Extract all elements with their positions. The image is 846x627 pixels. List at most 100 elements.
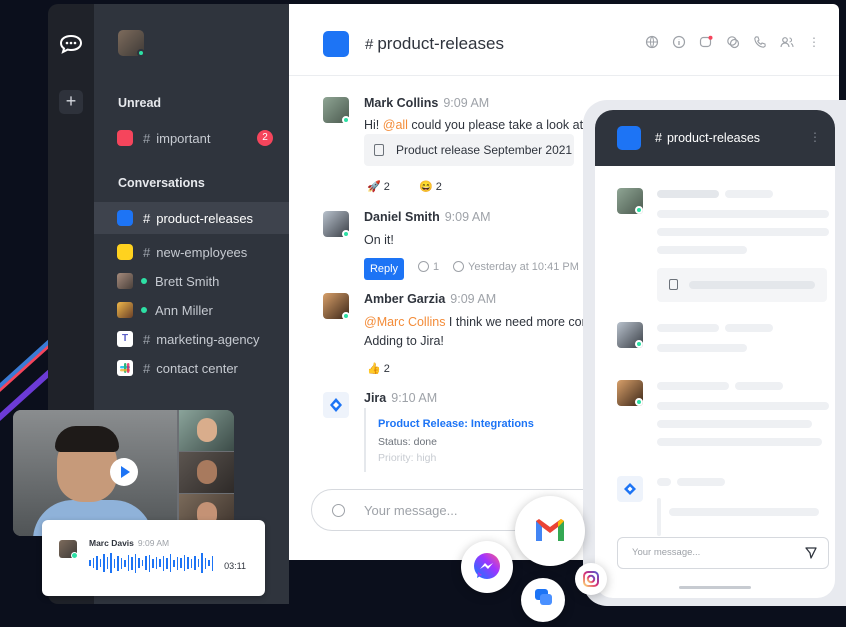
reply-button[interactable]: Reply [364, 258, 404, 280]
message-time: 9:09 AM [443, 96, 490, 110]
mention[interactable]: @Marc Collins [364, 315, 445, 329]
mobile-message-composer[interactable]: Your message... [617, 537, 829, 569]
mobile-channel-title[interactable]: # product-releases [655, 131, 760, 145]
channel-avatar [323, 31, 349, 57]
message-author[interactable]: Mark Collins 9:09 AM [364, 96, 489, 110]
avatar [617, 188, 643, 214]
kebab-menu-icon[interactable]: ⋮ [809, 130, 821, 144]
slack-icon [117, 360, 133, 376]
avatar[interactable] [323, 293, 350, 320]
audio-message-card[interactable]: Marc Davis 9:09 AM 03:11 [42, 520, 265, 596]
messenger-icon[interactable] [461, 541, 513, 593]
message-author: Marc Davis 9:09 AM [89, 538, 170, 548]
channel-avatar [617, 126, 641, 150]
play-icon[interactable] [110, 458, 138, 486]
message-text: @Marc Collins I think we need more con [364, 315, 589, 329]
hash-icon: # [365, 36, 374, 53]
mobile-screen: # product-releases ⋮ Your message... [595, 110, 835, 598]
phone-icon[interactable] [753, 35, 767, 49]
channel-color-icon [117, 210, 133, 226]
video-participant [179, 410, 234, 451]
file-icon [374, 144, 384, 156]
kebab-menu-icon[interactable]: ⋮ [807, 35, 821, 49]
channel-header: # product-releases ⋮ [289, 4, 839, 76]
online-status-icon [342, 312, 350, 320]
globe-icon[interactable] [645, 35, 659, 49]
send-icon[interactable] [805, 547, 817, 559]
online-status-icon [141, 307, 147, 313]
emoji-icon[interactable] [332, 504, 345, 517]
message-text: Hi! @all could you please take a look at… [364, 118, 597, 132]
reaction-chip[interactable]: 🚀 2 [359, 177, 398, 197]
message-time: 9:09 AM [137, 538, 170, 548]
members-icon[interactable] [780, 35, 794, 49]
sidebar-item-brett-smith[interactable]: Brett Smith [94, 265, 289, 297]
hash-icon: # [143, 360, 151, 376]
sidebar-item-new-employees[interactable]: # new-employees [94, 236, 289, 268]
sidebar-item-label: Ann Miller [155, 302, 213, 318]
sidebar-item-label: new-employees [156, 244, 248, 260]
instagram-icon[interactable] [575, 563, 607, 595]
hash-icon: # [143, 331, 151, 347]
video-participant [179, 452, 234, 493]
add-workspace-button[interactable]: + [59, 90, 83, 114]
hash-icon: # [143, 210, 151, 226]
sidebar-item-label: contact center [156, 360, 238, 376]
avatar [59, 540, 78, 559]
video-call-card[interactable] [13, 410, 234, 536]
file-attachment[interactable]: Product release September 2021 [364, 134, 574, 166]
audio-duration: 03:11 [224, 561, 246, 571]
message-text: Adding to Jira! [364, 334, 444, 348]
sidebar-item-important[interactable]: # important 2 [94, 122, 289, 154]
message-author[interactable]: Daniel Smith 9:09 AM [364, 210, 491, 224]
chat-bubble-icon[interactable] [521, 578, 565, 622]
message-author[interactable]: Jira 9:10 AM [364, 391, 437, 405]
jira-icon [624, 483, 636, 495]
sidebar-item-label: important [156, 130, 211, 146]
avatar [117, 302, 133, 318]
hash-icon: # [143, 244, 151, 260]
avatar[interactable] [323, 211, 350, 238]
threads-icon[interactable] [699, 35, 713, 49]
file-attachment-placeholder [657, 268, 827, 302]
teams-icon: T [117, 331, 133, 347]
jira-icon [330, 398, 342, 412]
comment-icon [418, 261, 429, 272]
card-status: Status: done [378, 436, 437, 448]
hash-icon: # [143, 130, 151, 146]
card-title[interactable]: Product Release: Integrations [378, 418, 582, 430]
composer-placeholder: Your message... [364, 503, 458, 518]
channel-title: # product-releases [365, 34, 504, 53]
home-indicator [679, 586, 751, 589]
header-toolbar: ⋮ [645, 35, 821, 49]
reaction-chip[interactable]: 😄 2 [411, 177, 450, 197]
sidebar-item-ann-miller[interactable]: Ann Miller [94, 294, 289, 326]
rocketchat-logo-icon[interactable] [59, 34, 83, 54]
avatar[interactable] [323, 392, 349, 418]
message-text: On it! [364, 233, 394, 247]
thread-count[interactable]: 1 [418, 261, 439, 273]
card-priority: Priority: high [378, 452, 437, 464]
info-icon[interactable] [672, 35, 686, 49]
message-author[interactable]: Amber Garzia 9:09 AM [364, 292, 496, 306]
channel-color-icon [117, 244, 133, 260]
channel-color-icon [117, 130, 133, 146]
message-time: 9:09 AM [444, 210, 491, 224]
section-title-unread: Unread [118, 96, 162, 110]
audio-waveform[interactable] [89, 552, 213, 574]
sidebar-item-contact-center[interactable]: # contact center [94, 352, 289, 384]
avatar[interactable] [323, 97, 350, 124]
avatar [117, 273, 133, 289]
avatar [617, 380, 643, 406]
sidebar-item-marketing-agency[interactable]: T # marketing-agency [94, 323, 289, 355]
reaction-chip[interactable]: 👍 2 [359, 359, 398, 379]
user-avatar[interactable] [118, 30, 145, 57]
video-main-speaker [13, 410, 177, 536]
gmail-icon[interactable] [515, 496, 585, 566]
file-icon [669, 279, 678, 290]
mention[interactable]: @all [383, 118, 408, 132]
jira-card[interactable]: Product Release: Integrations Status: do… [364, 408, 594, 472]
message-time: 9:10 AM [391, 391, 438, 405]
sidebar-item-product-releases[interactable]: # product-releases [94, 202, 289, 234]
discussion-icon[interactable] [726, 35, 740, 49]
